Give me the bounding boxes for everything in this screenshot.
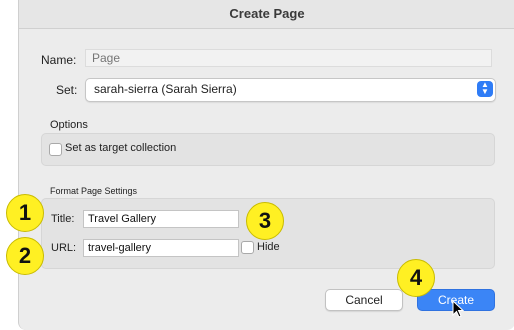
callout-3: 3 [246, 202, 284, 240]
options-group: Set as target collection [41, 133, 495, 166]
title-field[interactable] [83, 210, 239, 228]
options-heading: Options [50, 119, 88, 131]
name-field[interactable] [85, 49, 492, 67]
cancel-button[interactable]: Cancel [325, 289, 403, 311]
target-collection-checkbox[interactable] [49, 143, 62, 156]
set-select[interactable]: sarah-sierra (Sarah Sierra) ▲ ▼ [85, 78, 496, 102]
callout-1: 1 [6, 194, 44, 232]
name-label: Name: [41, 53, 77, 67]
set-label: Set: [56, 83, 78, 97]
target-collection-label: Set as target collection [65, 142, 177, 154]
url-label: URL: [51, 242, 77, 254]
set-selected-value: sarah-sierra (Sarah Sierra) [94, 82, 237, 96]
hide-label: Hide [257, 241, 280, 253]
callout-2: 2 [6, 237, 44, 275]
hide-checkbox[interactable] [241, 241, 254, 254]
up-down-stepper-icon[interactable]: ▲ ▼ [477, 81, 493, 97]
format-settings-heading: Format Page Settings [50, 186, 138, 196]
create-page-dialog: Create Page Name: Set: sarah-sierra (Sar… [18, 0, 514, 330]
title-label: Title: [51, 213, 75, 225]
dialog-title: Create Page [229, 6, 305, 21]
url-field[interactable] [83, 239, 239, 257]
mouse-pointer-icon [452, 300, 464, 318]
title-bar: Create Page [19, 0, 514, 29]
callout-4: 4 [397, 259, 435, 297]
